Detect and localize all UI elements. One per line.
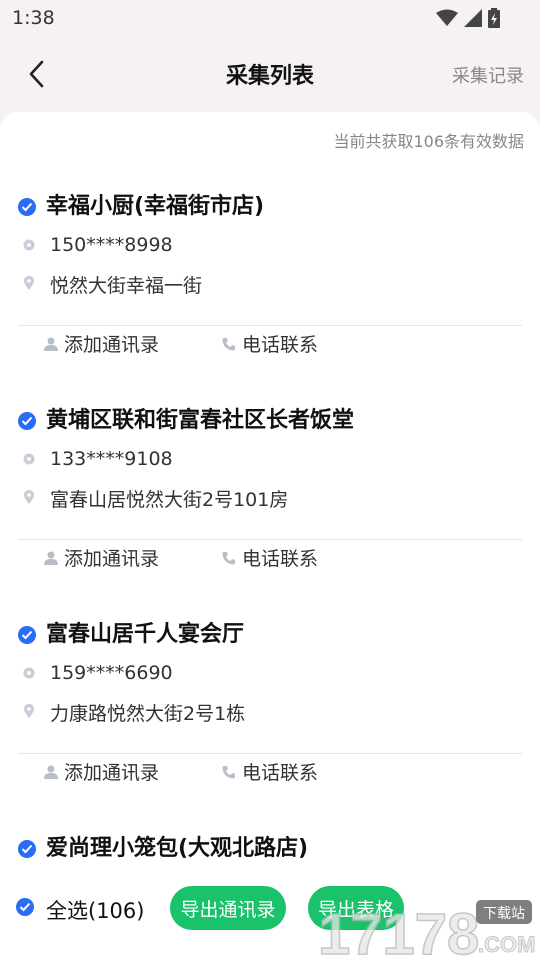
battery-charging-icon [488,8,500,28]
item-address: 富春山居悦然大街2号101房 [50,489,289,511]
item-phone: 133****9108 [50,448,173,470]
cellular-signal-icon [464,9,482,27]
item-phone: 159****6690 [50,662,173,684]
collection-list-card: 当前共获取106条有效数据 幸福小厨(幸福街市店) 150****8998 悦然… [0,112,540,862]
item-checkbox[interactable] [18,840,36,858]
export-contacts-button[interactable]: 导出通讯录 [170,886,286,930]
item-name: 幸福小厨(幸福街市店) [46,194,265,219]
check-icon [21,202,33,212]
status-icons [436,8,500,28]
list-item: 爱尚理小笼包(大观北路店) [18,754,522,862]
phone-icon [23,452,35,466]
svg-text:.COM: .COM [478,932,535,957]
check-icon [19,902,31,912]
phone-icon [23,238,35,252]
check-icon [21,630,33,640]
item-address: 力康路悦然大街2号1栋 [50,703,246,725]
svg-text:17178: 17178 [318,902,479,958]
svg-text:下载站: 下载站 [483,906,525,922]
select-all-label[interactable]: 全选(106) [46,895,144,925]
bottom-action-bar: 全选(106) 导出通讯录 导出表格 17178 .COM 下载站 [0,862,540,960]
item-phone: 150****8998 [50,234,173,256]
list-item: 幸福小厨(幸福街市店) 150****8998 悦然大街幸福一街 添加通讯录 电… [18,112,522,356]
list-item: 富春山居千人宴会厅 159****6690 力康路悦然大街2号1栋 添加通讯录 … [18,540,522,784]
location-pin-icon [23,704,35,718]
select-all-checkbox[interactable] [16,898,34,916]
check-icon [21,844,33,854]
location-pin-icon [23,490,35,504]
status-time: 1:38 [12,7,55,29]
list-item: 黄埔区联和街富春社区长者饭堂 133****9108 富春山居悦然大街2号101… [18,326,522,570]
wifi-icon [436,9,458,26]
item-name: 富春山居千人宴会厅 [46,622,245,647]
item-checkbox[interactable] [18,198,36,216]
item-checkbox[interactable] [18,626,36,644]
collection-record-link[interactable]: 采集记录 [452,62,524,88]
item-address: 悦然大街幸福一街 [50,275,203,297]
check-icon [21,416,33,426]
item-name: 黄埔区联和街富春社区长者饭堂 [46,408,355,433]
status-bar: 1:38 [0,0,540,36]
item-checkbox[interactable] [18,412,36,430]
location-pin-icon [23,276,35,290]
watermark-logo: 17178 .COM 下载站 [317,900,536,958]
nav-bar: 采集列表 采集记录 [0,36,540,112]
item-name: 爱尚理小笼包(大观北路店) [46,836,309,861]
phone-icon [23,666,35,680]
